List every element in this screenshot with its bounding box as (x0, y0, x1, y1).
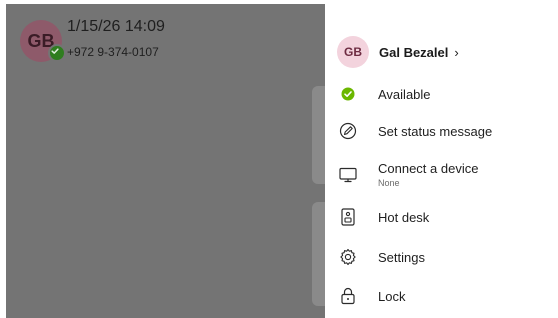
hot-desk-icon (337, 206, 359, 228)
connected-device-value: None (378, 178, 400, 188)
menu-item-set-status-message[interactable]: Set status message (337, 120, 547, 142)
menu-item-hot-desk[interactable]: Hot desk (337, 206, 547, 228)
avatar-initials: GB (344, 45, 362, 59)
menu-item-available[interactable]: Available (337, 83, 547, 105)
contact-phone-number: +972 9-374-0107 (67, 45, 159, 59)
screen: GB 1/15/26 14:09 +972 9-374-0107 GB Gal … (0, 0, 558, 318)
menu-item-label: Connect a device (378, 161, 479, 176)
chevron-right-icon: › (454, 44, 459, 60)
menu-item-label: Available (378, 86, 431, 102)
contact-presence-badge (48, 44, 66, 62)
status-message-icon (337, 120, 359, 142)
menu-item-connect-device[interactable]: Connect a device None (337, 161, 547, 188)
avatar: GB (337, 36, 369, 68)
menu-item-label: Lock (378, 288, 406, 304)
menu-item-label: Set status message (378, 123, 493, 139)
profile-button[interactable]: GB Gal Bezalel › (337, 36, 459, 68)
connect-device-text: Connect a device None (378, 161, 478, 188)
menu-item-lock[interactable]: Lock (337, 285, 547, 307)
menu-item-label: Settings (378, 249, 425, 265)
checkmark-icon (51, 48, 59, 54)
call-timestamp: 1/15/26 14:09 (67, 18, 165, 35)
lock-icon (337, 285, 359, 307)
menu-item-label: Hot desk (378, 209, 430, 225)
account-drawer: GB Gal Bezalel › Available Set status me… (325, 0, 558, 318)
monitor-icon (337, 164, 359, 186)
gear-icon (337, 246, 359, 268)
available-status-icon (337, 83, 359, 105)
menu-item-settings[interactable]: Settings (337, 246, 547, 268)
profile-name: Gal Bezalel (379, 44, 449, 60)
